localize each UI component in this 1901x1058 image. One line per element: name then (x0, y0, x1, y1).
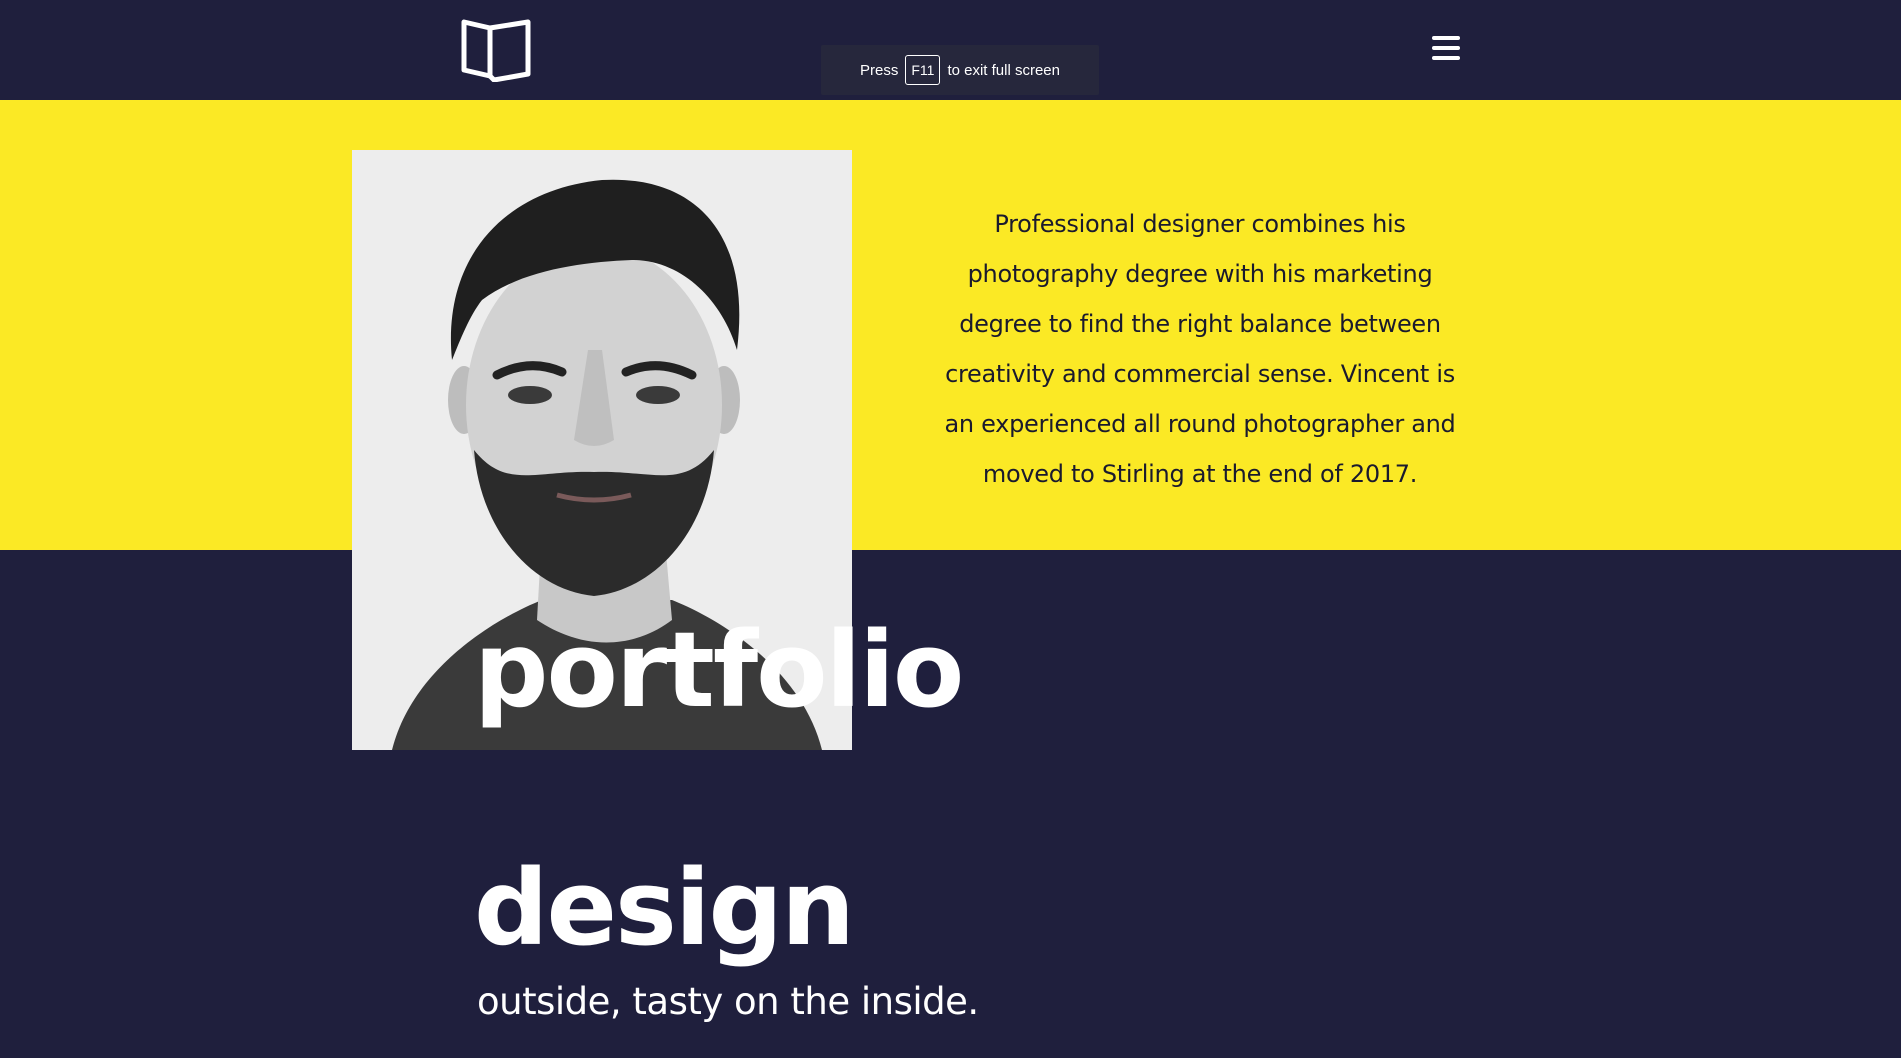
fullscreen-notice-text: to exit full screen (947, 61, 1060, 79)
f11-key: F11 (905, 55, 941, 85)
menu-bar (1432, 46, 1460, 50)
menu-bar (1432, 56, 1460, 60)
bio-paragraph: Professional designer combines his photo… (944, 210, 1456, 488)
headline-design: design (474, 847, 855, 969)
page: Professional designer combines his photo… (0, 0, 1901, 1058)
open-book-icon[interactable] (460, 18, 532, 83)
fullscreen-notice: Press F11 to exit full screen (821, 45, 1099, 95)
hamburger-menu-icon[interactable] (1432, 33, 1464, 63)
menu-bar (1432, 36, 1460, 40)
tagline: outside, tasty on the inside. (477, 980, 979, 1023)
headline-portfolio: portfolio (474, 609, 964, 731)
fullscreen-notice-press: Press (860, 61, 899, 79)
